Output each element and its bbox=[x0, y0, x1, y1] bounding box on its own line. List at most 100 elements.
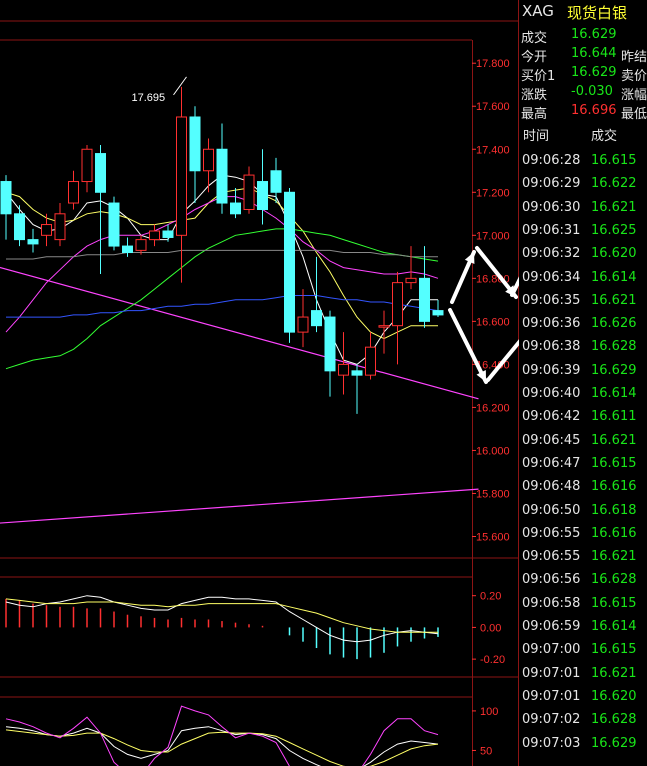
candle-body bbox=[311, 310, 322, 327]
quote-panel: XAG 现货白银 成交 16.629 今开 16.644 昨结 买价1 16.629 卖价 涨跌… bbox=[519, 0, 647, 766]
tick-row[interactable]: 09:06:59 16.614 bbox=[519, 616, 647, 639]
quote-row: 今开 16.644 昨结 bbox=[519, 45, 647, 65]
tick-row[interactable]: 09:06:48 16.616 bbox=[519, 476, 647, 499]
quote-row: 成交 16.629 bbox=[519, 26, 647, 46]
quote-label: 买价1 bbox=[521, 69, 556, 84]
tick-row[interactable]: 09:06:32 16.620 bbox=[519, 243, 647, 266]
tick-row[interactable]: 09:06:42 16.611 bbox=[519, 406, 647, 429]
tick-time: 09:06:45 bbox=[522, 432, 581, 448]
tick-price: 16.629 bbox=[591, 735, 637, 751]
tick-row[interactable]: 09:07:02 16.628 bbox=[519, 709, 647, 732]
tick-row[interactable]: 09:06:30 16.621 bbox=[519, 197, 647, 220]
symbol-name: 现货白银 bbox=[567, 4, 628, 22]
tick-row[interactable]: 09:06:58 16.615 bbox=[519, 593, 647, 616]
tick-row[interactable]: 09:06:47 16.615 bbox=[519, 453, 647, 476]
tick-time: 09:07:01 bbox=[522, 688, 581, 704]
tick-row[interactable]: 09:06:50 16.618 bbox=[519, 500, 647, 523]
price-tick-label: 17.200 bbox=[476, 187, 510, 199]
ma-line bbox=[6, 295, 439, 318]
tick-time: 09:06:55 bbox=[522, 525, 581, 541]
price-tick-label: 16.200 bbox=[476, 402, 510, 414]
tick-price: 16.618 bbox=[591, 502, 637, 518]
candle-body bbox=[432, 310, 444, 316]
price-tick-label: 17.800 bbox=[476, 58, 510, 70]
arrow-shaft bbox=[510, 276, 519, 297]
tick-price: 16.621 bbox=[591, 665, 637, 681]
arrow-annotations bbox=[448, 246, 519, 384]
tick-price: 16.628 bbox=[591, 712, 637, 728]
macd-tick-label: 0.00 bbox=[480, 622, 501, 634]
tick-price: 16.615 bbox=[591, 455, 637, 471]
candle-body bbox=[419, 277, 430, 322]
ticks-header-price: 成交 bbox=[591, 129, 618, 144]
ticks-header-time: 时间 bbox=[523, 129, 550, 144]
tick-time: 09:06:30 bbox=[522, 199, 581, 215]
candle-body bbox=[405, 277, 417, 284]
tick-row[interactable]: 09:06:35 16.621 bbox=[519, 290, 647, 313]
tick-row[interactable]: 09:07:01 16.620 bbox=[519, 686, 647, 709]
tick-row[interactable]: 09:06:55 16.621 bbox=[519, 546, 647, 569]
candle-body bbox=[122, 245, 133, 254]
candle-body bbox=[108, 202, 120, 247]
quote-extra-label: 最低 bbox=[621, 107, 647, 122]
tick-row[interactable]: 09:06:56 16.628 bbox=[519, 569, 647, 592]
candle-body bbox=[189, 116, 201, 172]
ticks-header: 时间 成交 bbox=[519, 122, 647, 146]
tick-price: 16.628 bbox=[591, 339, 637, 355]
symbol-header: XAG 现货白银 bbox=[519, 0, 647, 24]
tick-row[interactable]: 09:07:01 16.621 bbox=[519, 663, 647, 686]
tick-row[interactable]: 09:06:29 16.622 bbox=[519, 173, 647, 196]
candle-body bbox=[297, 316, 309, 333]
tick-row[interactable]: 09:07:03 16.629 bbox=[519, 733, 647, 756]
candle-body bbox=[149, 230, 160, 241]
chart-area[interactable]: 17.80017.60017.40017.20017.00016.80016.6… bbox=[0, 0, 519, 766]
price-tick-label: 17.000 bbox=[476, 230, 510, 242]
candle-body bbox=[243, 174, 255, 210]
candle-body bbox=[81, 148, 93, 183]
tick-row[interactable]: 09:06:55 16.616 bbox=[519, 523, 647, 546]
tick-row[interactable]: 09:06:40 16.614 bbox=[519, 383, 647, 406]
tick-row[interactable]: 09:06:34 16.614 bbox=[519, 267, 647, 290]
tick-row[interactable]: 09:07:00 16.615 bbox=[519, 639, 647, 662]
quote-extra-label: 昨结 bbox=[621, 50, 647, 65]
tick-row[interactable]: 09:06:36 16.626 bbox=[519, 313, 647, 336]
tick-time: 09:06:48 bbox=[522, 479, 581, 495]
price-tick-label: 17.400 bbox=[476, 144, 510, 156]
quote-extra-label: 卖价 bbox=[621, 69, 647, 84]
tick-time: 09:07:03 bbox=[522, 735, 581, 751]
candle-body bbox=[162, 230, 174, 238]
tick-price: 16.629 bbox=[591, 362, 637, 378]
tick-price: 16.616 bbox=[591, 525, 637, 541]
ma-line bbox=[6, 249, 438, 260]
candle-body bbox=[392, 282, 403, 327]
tick-price: 16.616 bbox=[591, 479, 637, 495]
candle-body bbox=[27, 239, 39, 245]
tick-time: 09:06:59 bbox=[522, 619, 581, 634]
tick-row[interactable]: 09:06:38 16.628 bbox=[519, 336, 647, 359]
tick-row[interactable]: 09:06:28 16.615 bbox=[519, 150, 647, 173]
quote-value: 16.629 bbox=[571, 27, 617, 42]
ma-line bbox=[5, 196, 439, 333]
tick-price: 16.621 bbox=[591, 432, 637, 448]
candle-body bbox=[284, 191, 295, 333]
tick-row[interactable]: 09:06:45 16.621 bbox=[519, 430, 647, 453]
tick-time: 09:06:42 bbox=[522, 409, 581, 425]
candle-body bbox=[270, 170, 282, 193]
candle-body bbox=[0, 181, 12, 215]
macd-panel: 0.20 0.00 -0.20 bbox=[5, 591, 505, 666]
tick-price: 16.621 bbox=[591, 292, 637, 308]
candle-body bbox=[14, 213, 25, 241]
peak-price-label: 17.695 bbox=[132, 92, 166, 104]
candle-body bbox=[68, 181, 79, 204]
annotations: 17.695 bbox=[132, 76, 187, 104]
tick-price: 16.615 bbox=[591, 595, 637, 611]
tick-time: 09:06:31 bbox=[522, 222, 581, 238]
quote-label: 涨跌 bbox=[521, 88, 548, 103]
tick-row[interactable]: 09:06:31 16.625 bbox=[519, 220, 647, 243]
tick-price: 16.620 bbox=[591, 688, 637, 704]
candle-body bbox=[378, 325, 390, 328]
quote-row: 最高 16.696 最低 bbox=[519, 102, 647, 122]
tick-row[interactable]: 09:06:39 16.629 bbox=[519, 360, 647, 383]
tick-price: 16.620 bbox=[591, 246, 637, 262]
macd-tick-label: 0.20 bbox=[480, 591, 501, 603]
